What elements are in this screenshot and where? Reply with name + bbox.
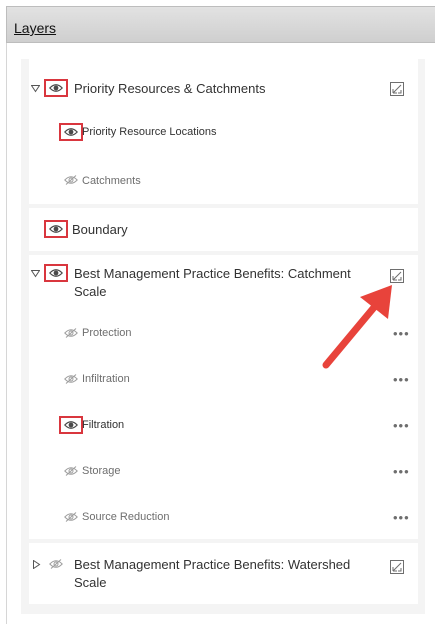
annotation-arrow bbox=[322, 285, 392, 369]
caret-right-icon[interactable] bbox=[32, 560, 41, 569]
more-options-button[interactable]: ••• bbox=[393, 465, 410, 478]
layer-label-line-2: Scale bbox=[74, 575, 107, 590]
layer-label-line-2: Scale bbox=[74, 284, 107, 299]
eye-slash-icon[interactable] bbox=[64, 175, 78, 185]
caret-down-icon[interactable] bbox=[31, 269, 40, 278]
layer-label-line-1: Best Management Practice Benefits: Catch… bbox=[74, 266, 351, 281]
layer-card-priority-resources: Priority Resources & Catchments Priority… bbox=[29, 59, 418, 204]
more-options-button[interactable]: ••• bbox=[393, 373, 410, 386]
eye-slash-icon[interactable] bbox=[64, 374, 78, 384]
layer-row-filtration[interactable]: Filtration ••• bbox=[29, 401, 418, 447]
eye-slash-icon[interactable] bbox=[64, 466, 78, 476]
visibility-highlight-box bbox=[44, 79, 68, 97]
layer-card-bmp-watershed: Best Management Practice Benefits: Water… bbox=[29, 543, 418, 604]
layer-label: Priority Resources & Catchments bbox=[74, 81, 266, 96]
layer-row-source-reduction[interactable]: Source Reduction ••• bbox=[29, 493, 418, 539]
layer-label: Catchments bbox=[82, 175, 141, 187]
layer-label-line-1: Best Management Practice Benefits: Water… bbox=[74, 557, 351, 572]
layer-label: Source Reduction bbox=[82, 511, 170, 523]
legend-icon[interactable] bbox=[390, 269, 404, 283]
visibility-highlight-box bbox=[59, 123, 83, 141]
layer-label: Filtration bbox=[82, 419, 125, 431]
layer-row-catchments[interactable]: Catchments bbox=[29, 161, 418, 204]
layers-panel-header: Layers bbox=[6, 6, 435, 43]
layer-label: Storage bbox=[82, 465, 121, 477]
visibility-highlight-box bbox=[59, 416, 83, 434]
visibility-highlight-box bbox=[44, 264, 68, 282]
eye-slash-icon[interactable] bbox=[64, 328, 78, 338]
layer-label: Infiltration bbox=[82, 373, 130, 385]
more-options-button[interactable]: ••• bbox=[393, 511, 410, 524]
caret-down-icon[interactable] bbox=[31, 84, 40, 93]
layer-label: Protection bbox=[82, 327, 132, 339]
eye-slash-icon[interactable] bbox=[64, 512, 78, 522]
legend-icon[interactable] bbox=[390, 560, 404, 574]
layer-row-storage[interactable]: Storage ••• bbox=[29, 447, 418, 493]
layer-row-priority-resource-locations[interactable]: Priority Resource Locations bbox=[29, 115, 418, 161]
layer-label: Boundary bbox=[72, 222, 128, 237]
more-options-button[interactable]: ••• bbox=[393, 419, 410, 432]
eye-slash-icon[interactable] bbox=[49, 559, 63, 569]
layer-row-priority-resources[interactable]: Priority Resources & Catchments bbox=[29, 59, 418, 115]
layer-label: Priority Resource Locations bbox=[82, 126, 217, 138]
panel-title[interactable]: Layers bbox=[14, 20, 56, 36]
layer-row-boundary[interactable]: Boundary bbox=[29, 208, 418, 251]
visibility-highlight-box bbox=[44, 220, 68, 238]
layer-row-bmp-watershed[interactable]: Best Management Practice Benefits: Water… bbox=[29, 543, 418, 604]
layer-card-boundary: Boundary bbox=[29, 208, 418, 251]
legend-icon[interactable] bbox=[390, 82, 404, 96]
